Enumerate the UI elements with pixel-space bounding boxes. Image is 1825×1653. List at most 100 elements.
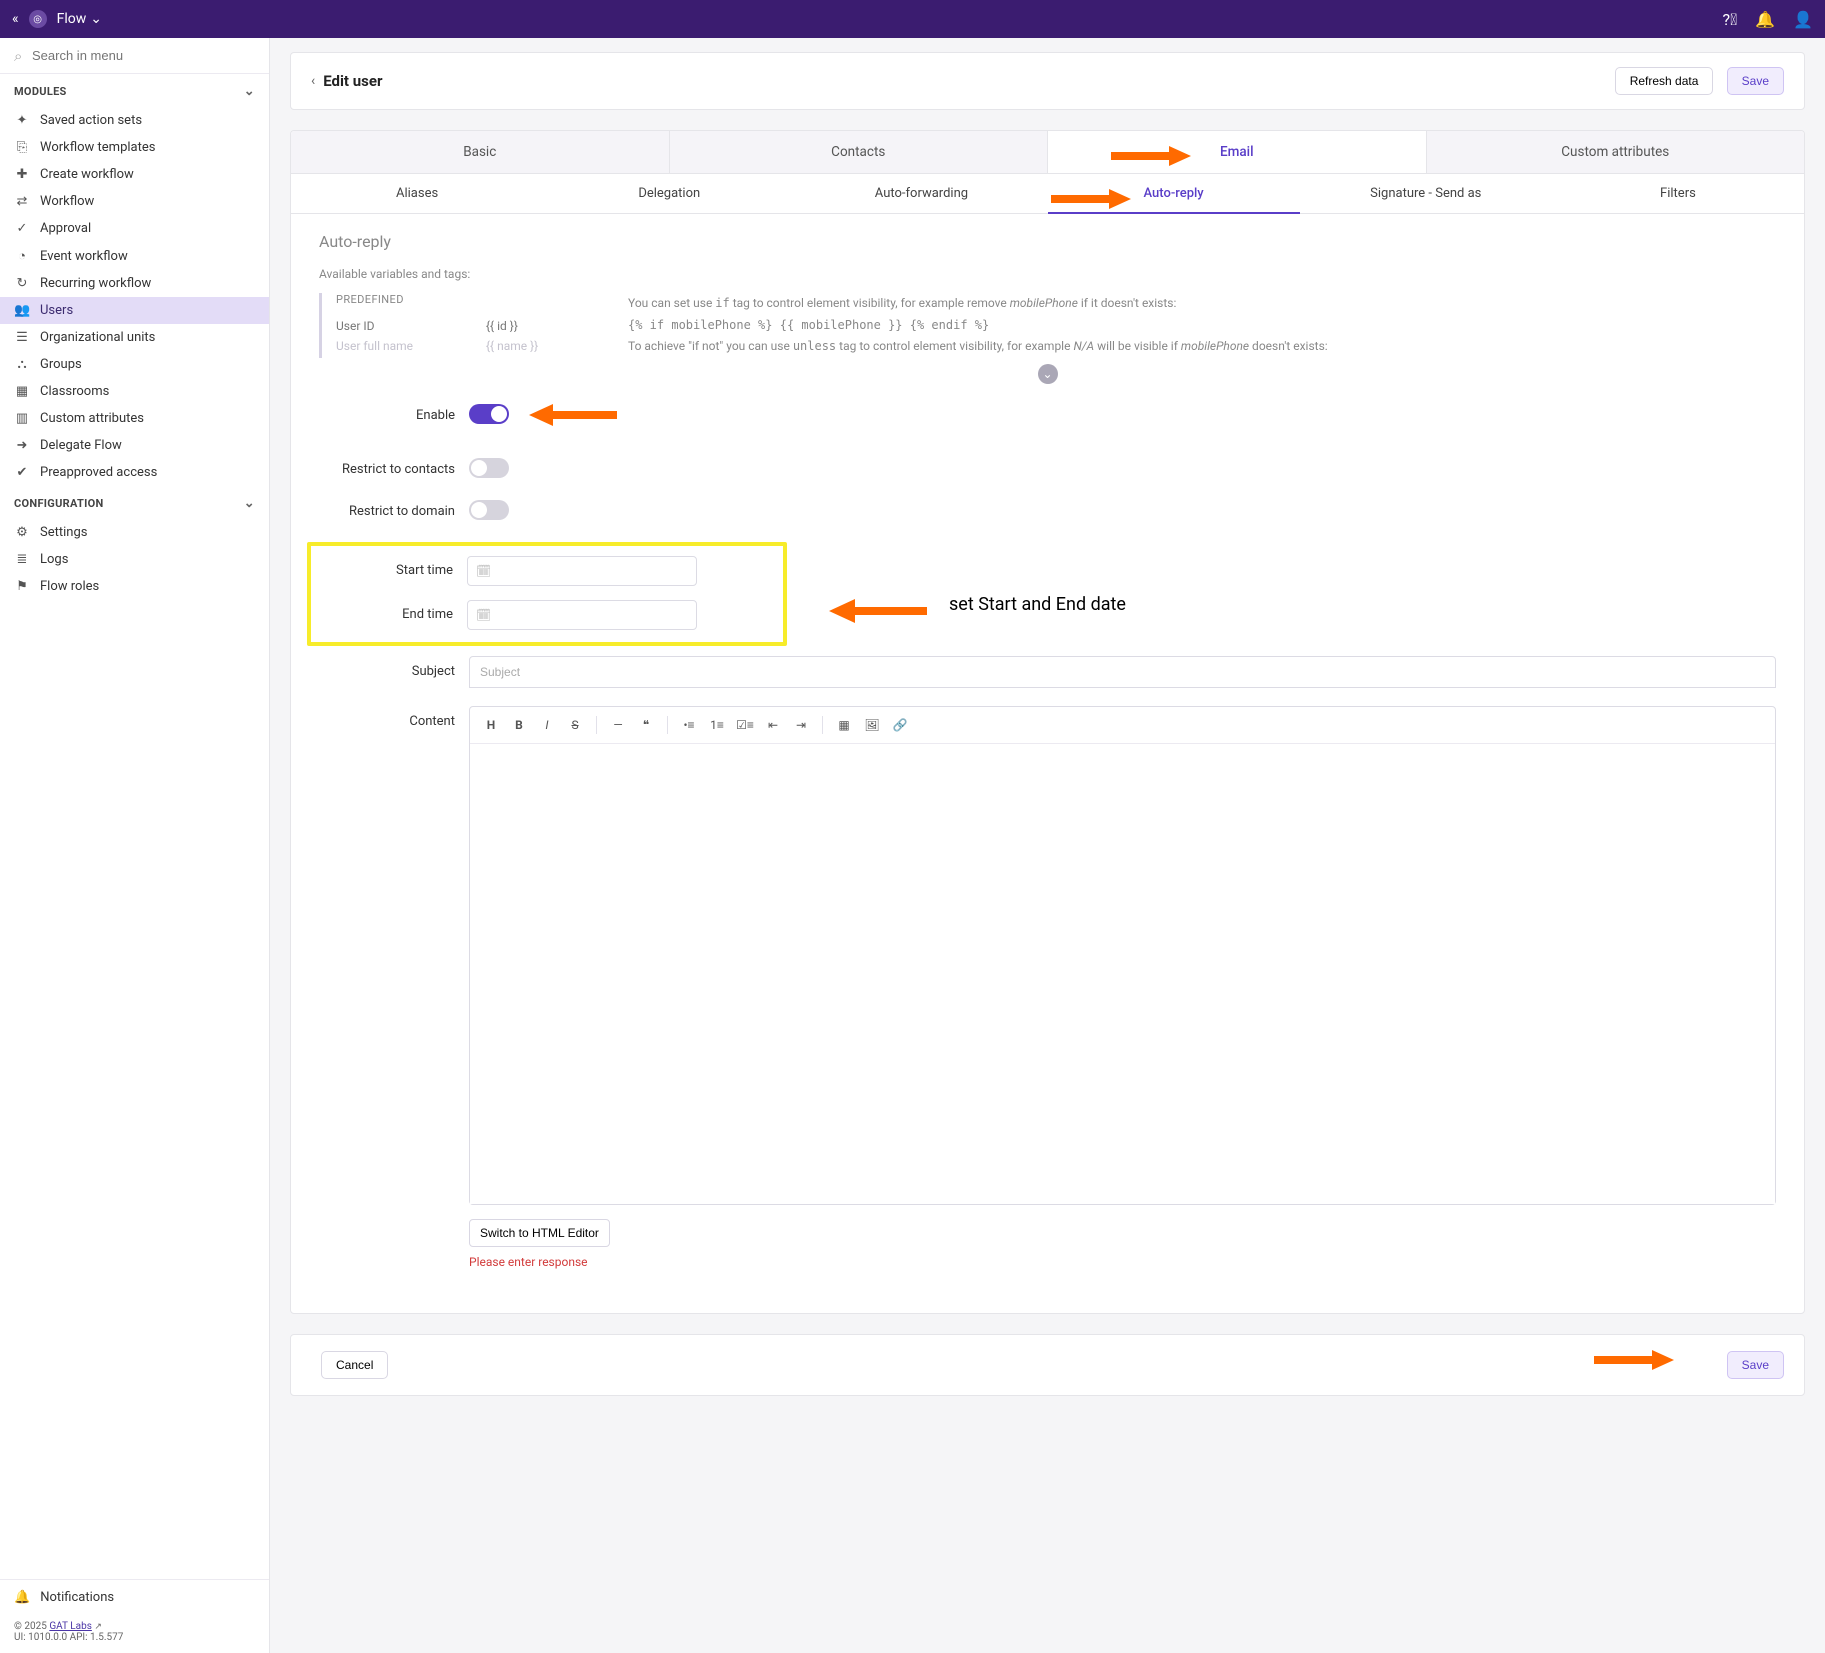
subtab-aliases[interactable]: Aliases bbox=[291, 174, 543, 213]
rich-text-editor: H B I S ― ❝ •≡ 1≡ bbox=[469, 706, 1776, 1205]
editor-body[interactable] bbox=[470, 744, 1775, 1204]
subtab-delegation[interactable]: Delegation bbox=[543, 174, 795, 213]
nav-icon: ≣ bbox=[14, 552, 30, 567]
cancel-button[interactable]: Cancel bbox=[321, 1351, 388, 1379]
sidebar-item-settings[interactable]: ⚙ Settings bbox=[0, 519, 269, 546]
gat-labs-link[interactable]: GAT Labs bbox=[49, 1621, 92, 1632]
nav-icon: ⇄ bbox=[14, 194, 30, 209]
section-label: MODULES bbox=[14, 85, 67, 98]
section-modules[interactable]: MODULES ⌄ bbox=[0, 74, 269, 107]
start-time-label: Start time bbox=[317, 563, 467, 578]
subtab-signature-send-as[interactable]: Signature - Send as bbox=[1300, 174, 1552, 213]
link-icon[interactable]: 🔗 bbox=[887, 713, 913, 737]
hr-icon[interactable]: ― bbox=[605, 713, 631, 737]
tab-basic[interactable]: Basic bbox=[291, 131, 670, 173]
indent-icon[interactable]: ⇥ bbox=[788, 713, 814, 737]
footer-card: Cancel Save bbox=[290, 1334, 1805, 1396]
sidebar-item-delegate-flow[interactable]: ➜Delegate Flow bbox=[0, 432, 269, 459]
strike-icon[interactable]: S bbox=[562, 713, 588, 737]
bold-icon[interactable]: B bbox=[506, 713, 532, 737]
chevron-down-icon: ⌄ bbox=[90, 11, 102, 27]
nav-icon: ⛬ bbox=[14, 357, 30, 372]
sidebar-item-workflow[interactable]: ⇄ Workflow bbox=[0, 188, 269, 215]
section-configuration[interactable]: CONFIGURATION ⌄ bbox=[0, 486, 269, 519]
subtab-auto-reply[interactable]: Auto-reply bbox=[1048, 174, 1300, 213]
table-icon[interactable]: ▦ bbox=[831, 713, 857, 737]
nav-icon: 👥 bbox=[14, 303, 30, 318]
sidebar-item-label: Organizational units bbox=[40, 330, 155, 345]
heading-icon[interactable]: H bbox=[478, 713, 504, 737]
help-text: You can set use if tag to control elemen… bbox=[628, 293, 1776, 358]
sidebar-item-classrooms[interactable]: ▦Classrooms bbox=[0, 378, 269, 405]
switch-html-button[interactable]: Switch to HTML Editor bbox=[469, 1219, 610, 1247]
enable-toggle[interactable] bbox=[469, 404, 509, 424]
var-token: {{ name }} bbox=[486, 339, 538, 353]
subject-input[interactable] bbox=[469, 656, 1776, 688]
sidebar-item-custom-attributes[interactable]: ▥ Custom attributes bbox=[0, 405, 269, 432]
number-list-icon[interactable]: 1≡ bbox=[704, 713, 730, 737]
tab-custom-attributes[interactable]: Custom attributes bbox=[1427, 131, 1805, 173]
sidebar-item-saved-action-sets[interactable]: ✦Saved action sets bbox=[0, 107, 269, 134]
app-logo: ◎ bbox=[29, 10, 47, 28]
expand-icon[interactable]: ⌄ bbox=[1038, 364, 1058, 384]
sidebar-item-preapproved-access[interactable]: ✔Preapproved access bbox=[0, 459, 269, 486]
start-time-input[interactable]: 🗓 bbox=[467, 556, 697, 586]
sidebar-item-label: Custom attributes bbox=[40, 411, 144, 426]
checklist-icon[interactable]: ☑≡ bbox=[732, 713, 758, 737]
sidebar-item-label: Groups bbox=[40, 357, 82, 372]
bell-icon[interactable]: 🔔 bbox=[1755, 10, 1775, 29]
sidebar-item-recurring-workflow[interactable]: ↻Recurring workflow bbox=[0, 270, 269, 297]
save-button-bottom[interactable]: Save bbox=[1727, 1351, 1784, 1379]
nav-icon: ▥ bbox=[14, 411, 30, 426]
help-icon[interactable]: ?⃝ bbox=[1723, 10, 1738, 29]
tab-email[interactable]: Email bbox=[1048, 131, 1427, 173]
back-icon[interactable]: ‹ bbox=[311, 73, 315, 89]
restrict-contacts-toggle[interactable] bbox=[469, 458, 509, 478]
subtab-auto-forwarding[interactable]: Auto-forwarding bbox=[795, 174, 1047, 213]
sidebar-item-workflow-templates[interactable]: ⎘Workflow templates bbox=[0, 134, 269, 161]
sidebar-item-label: Flow roles bbox=[40, 579, 99, 594]
section-label: CONFIGURATION bbox=[14, 497, 104, 510]
restrict-domain-toggle[interactable] bbox=[469, 500, 509, 520]
sidebar-item-label: Users bbox=[40, 303, 73, 318]
search-input[interactable] bbox=[10, 44, 259, 67]
sidebar-item-organizational-units[interactable]: ☰Organizational units bbox=[0, 324, 269, 351]
image-icon[interactable]: 🖼 bbox=[859, 713, 885, 737]
sidebar-item-label: Workflow templates bbox=[40, 140, 155, 155]
sidebar-item-create-workflow[interactable]: ✚Create workflow bbox=[0, 161, 269, 188]
notifications-row[interactable]: 🔔 Notifications bbox=[0, 1579, 269, 1615]
app-switcher[interactable]: Flow ⌄ bbox=[57, 11, 102, 27]
collapse-sidebar-icon[interactable]: « bbox=[12, 11, 19, 27]
nav-icon: ⚙ bbox=[14, 525, 30, 540]
page-header-card: ‹ Edit user Refresh data Save bbox=[290, 52, 1805, 110]
restrict-contacts-label: Restrict to contacts bbox=[319, 462, 469, 477]
tabs-level-1: BasicContactsEmailCustom attributes bbox=[291, 131, 1804, 174]
outdent-icon[interactable]: ⇤ bbox=[760, 713, 786, 737]
sidebar-item-label: Settings bbox=[40, 525, 87, 540]
sidebar-item-label: Workflow bbox=[40, 194, 94, 209]
sidebar-item-approval[interactable]: ✓Approval bbox=[0, 215, 269, 242]
italic-icon[interactable]: I bbox=[534, 713, 560, 737]
nav-icon: ⚑ bbox=[14, 579, 30, 594]
account-icon[interactable]: 👤 bbox=[1793, 10, 1813, 29]
sidebar-item-groups[interactable]: ⛬ Groups bbox=[0, 351, 269, 378]
bullet-list-icon[interactable]: •≡ bbox=[676, 713, 702, 737]
quote-icon[interactable]: ❝ bbox=[633, 713, 659, 737]
sidebar-item-users[interactable]: 👥 Users bbox=[0, 297, 269, 324]
sidebar-footer: © 2025 GAT Labs ↗ UI: 1010.0.0 API: 1.5.… bbox=[0, 1615, 269, 1653]
save-button[interactable]: Save bbox=[1727, 67, 1784, 95]
sidebar-item-event-workflow[interactable]: ◔Event workflow bbox=[0, 242, 269, 270]
end-time-input[interactable]: 🗓 bbox=[467, 600, 697, 630]
tab-contacts[interactable]: Contacts bbox=[670, 131, 1049, 173]
sidebar-item-logs[interactable]: ≣Logs bbox=[0, 546, 269, 573]
nav-icon: ▦ bbox=[14, 384, 30, 399]
calendar-icon: 🗓 bbox=[476, 564, 491, 578]
sidebar-item-flow-roles[interactable]: ⚑ Flow roles bbox=[0, 573, 269, 600]
nav-icon: ✚ bbox=[14, 167, 30, 182]
predefined-heading: PREDEFINED bbox=[336, 293, 606, 306]
refresh-button[interactable]: Refresh data bbox=[1615, 67, 1714, 95]
bell-icon: 🔔 bbox=[14, 1590, 30, 1605]
main: ‹ Edit user Refresh data Save BasicConta… bbox=[270, 38, 1825, 1653]
subtab-filters[interactable]: Filters bbox=[1552, 174, 1804, 213]
nav-icon: ✦ bbox=[14, 113, 30, 128]
